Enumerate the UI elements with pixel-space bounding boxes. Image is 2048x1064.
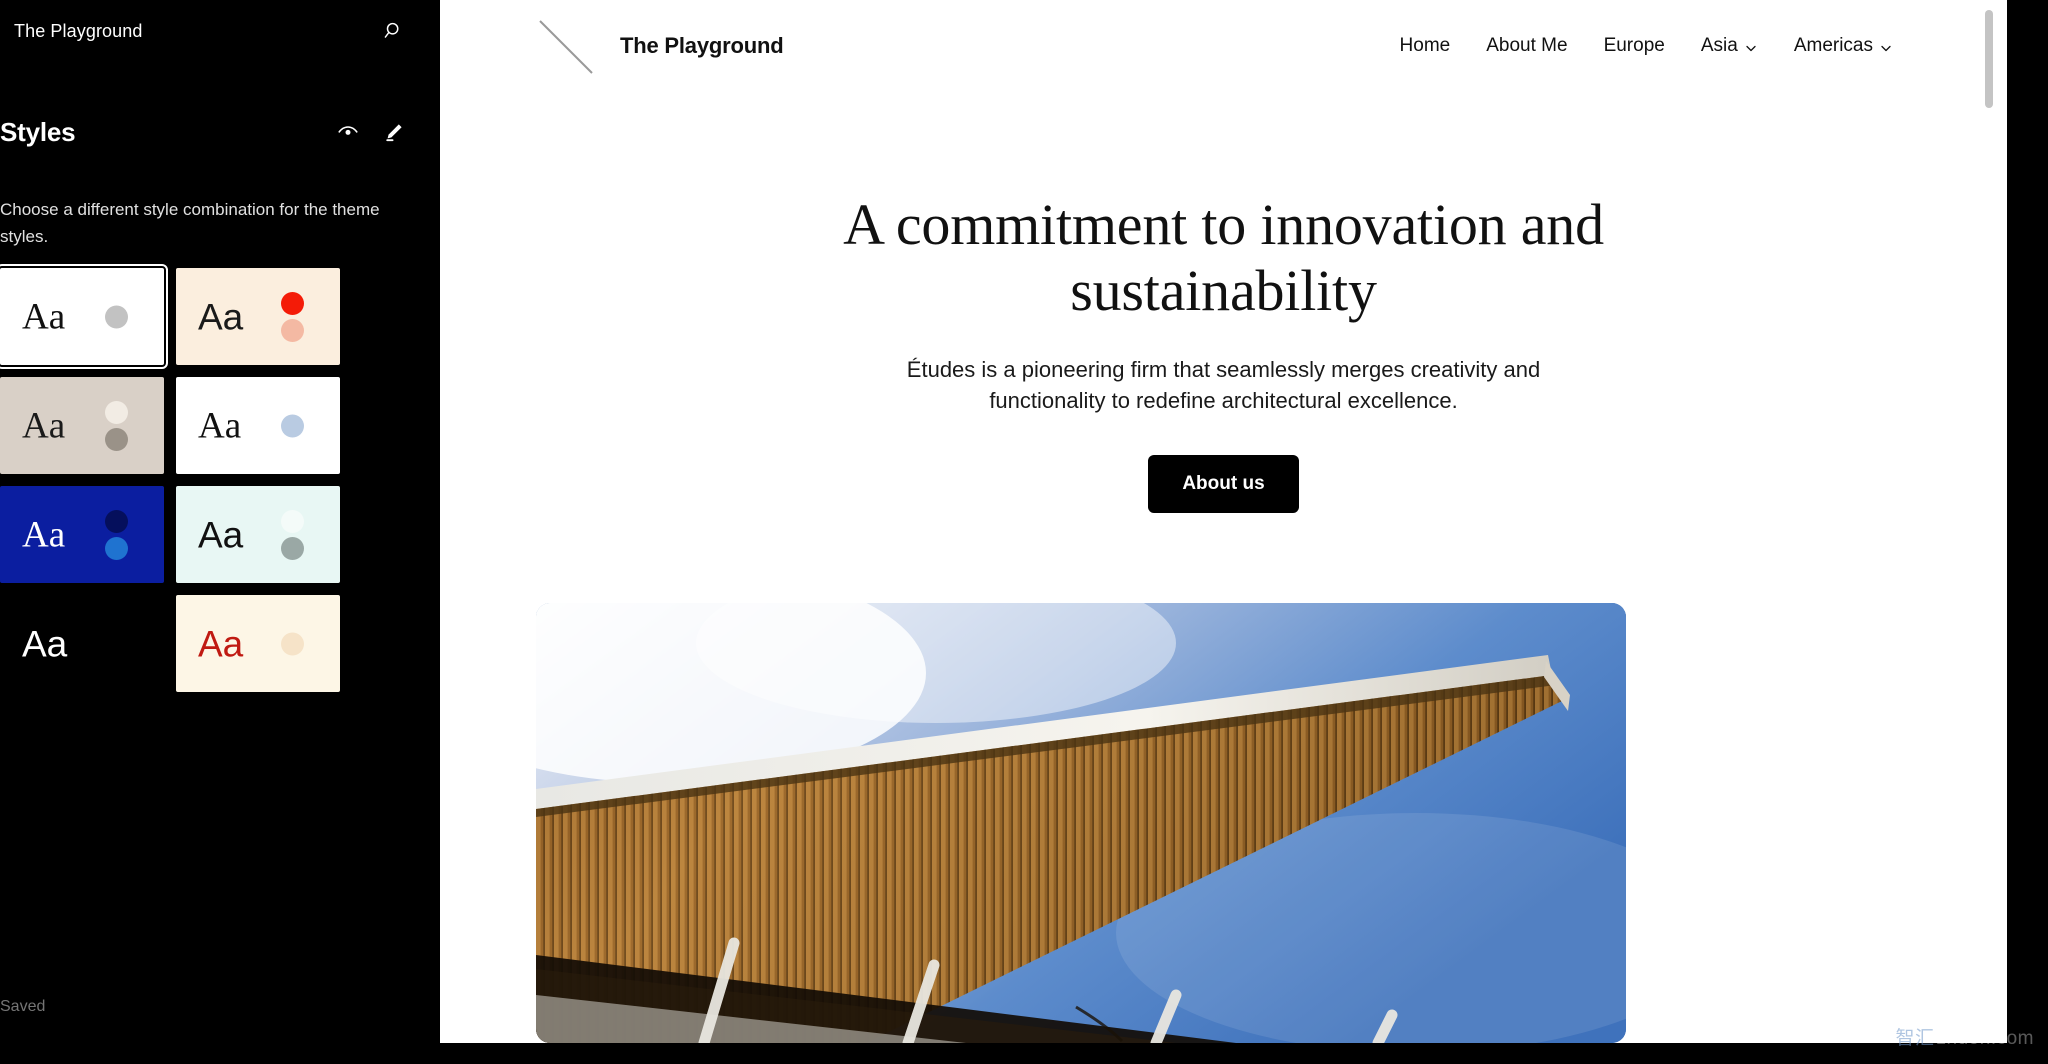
style-variation-preview-text: Aa [22, 405, 66, 446]
style-variation-preview-text: Aa [22, 514, 66, 555]
style-variation-color-dots [105, 509, 128, 560]
nav-item-home[interactable]: Home [1382, 35, 1469, 57]
pencil-edit-icon[interactable] [374, 112, 414, 152]
canvas-scrollbar-thumb[interactable] [1985, 10, 1993, 108]
style-variation-warm-taupe[interactable]: Aa [0, 377, 164, 474]
editor-canvas: The Playground Home About Me Europe Asia Ame… [440, 0, 2048, 1043]
color-swatch-dot [105, 509, 128, 533]
color-swatch-dot [281, 632, 304, 655]
hero-paragraph: Études is a pioneering firm that seamles… [906, 357, 1541, 414]
style-variation-black-dark[interactable]: Aa [0, 595, 164, 692]
styles-header-actions [328, 112, 414, 152]
nav-item-label: Asia [1700, 35, 1738, 56]
style-variation-preview-text: Aa [198, 623, 244, 664]
style-variations-grid: Aa Aa Aa Aa Aa Aa Aa Aa [0, 264, 340, 692]
hero-image[interactable] [536, 603, 1626, 1043]
color-swatch-dot [105, 536, 128, 560]
styles-panel-description: Choose a different style combination for… [0, 200, 380, 246]
editor-site-title: The Playground [14, 21, 143, 41]
style-variation-preview-text: Aa [198, 405, 242, 446]
color-swatch-dot [281, 291, 304, 315]
architectural-canopy-photo [536, 603, 1626, 1043]
style-variation-ivory-crimson[interactable]: Aa [176, 595, 340, 692]
style-variation-deep-blue[interactable]: Aa [0, 486, 164, 583]
color-swatch-dot [105, 400, 128, 424]
color-swatch-dot [281, 318, 304, 342]
style-variation-color-dots [281, 291, 304, 342]
style-variation-color-dots [105, 305, 128, 328]
page-title: Styles [0, 117, 76, 147]
nav-item-about-me[interactable]: About Me [1468, 35, 1585, 57]
nav-item-asia[interactable]: Asia [1683, 35, 1776, 57]
style-variation-color-dots [105, 400, 128, 451]
style-variation-color-dots [281, 414, 304, 437]
eye-icon[interactable] [328, 112, 368, 152]
nav-item-label: Home [1399, 35, 1451, 56]
about-us-button[interactable]: About us [1148, 454, 1299, 513]
site-editor-window: The Playground Styles Choose a different… [0, 0, 2048, 1064]
hero-heading: A commitment to innovation and sustainab… [843, 192, 1604, 324]
style-variation-white-blue[interactable]: Aa [176, 377, 340, 474]
site-navigation: Home About Me Europe Asia Americas [1382, 35, 1911, 57]
search-icon[interactable] [374, 11, 414, 51]
color-swatch-dot [281, 536, 304, 560]
save-status-label: Saved [0, 998, 46, 1015]
color-swatch-dot [281, 414, 304, 437]
site-branding[interactable]: The Playground [536, 15, 784, 77]
style-variation-cream-red[interactable]: Aa [176, 268, 340, 365]
site-header: The Playground Home About Me Europe Asia Ame… [440, 0, 2007, 92]
sidebar-topbar: The Playground [0, 0, 440, 62]
nav-item-europe[interactable]: Europe [1586, 35, 1683, 57]
style-variation-preview-text: Aa [198, 296, 244, 337]
color-swatch-dot [281, 509, 304, 533]
style-variation-default-light[interactable]: Aa [0, 264, 168, 369]
style-variation-color-dots [281, 632, 304, 655]
diagonal-line-logo-icon [536, 15, 598, 77]
color-swatch-dot [105, 427, 128, 451]
nav-item-americas[interactable]: Americas [1776, 35, 1911, 57]
site-title: The Playground [620, 33, 784, 58]
nav-item-label: Americas [1793, 35, 1873, 56]
styles-sidebar: The Playground Styles Choose a different… [0, 0, 440, 1064]
color-swatch-dot [105, 305, 128, 328]
style-variation-preview-text: Aa [198, 514, 244, 555]
nav-item-label: Europe [1603, 35, 1665, 56]
style-variation-color-dots [281, 509, 304, 560]
canvas-scrollbar[interactable] [1985, 10, 1993, 1033]
style-variation-preview-text: Aa [22, 623, 68, 664]
style-variation-mint-pale[interactable]: Aa [176, 486, 340, 583]
site-preview[interactable]: The Playground Home About Me Europe Asia Ame… [440, 0, 2007, 1043]
hero-section: A commitment to innovation and sustainab… [440, 92, 2007, 513]
nav-item-label: About Me [1486, 35, 1568, 56]
style-variation-preview-text: Aa [22, 296, 66, 337]
styles-panel-header: Styles [0, 112, 440, 152]
chevron-down-icon[interactable] [1744, 39, 1758, 53]
chevron-down-icon[interactable] [1879, 39, 1893, 53]
